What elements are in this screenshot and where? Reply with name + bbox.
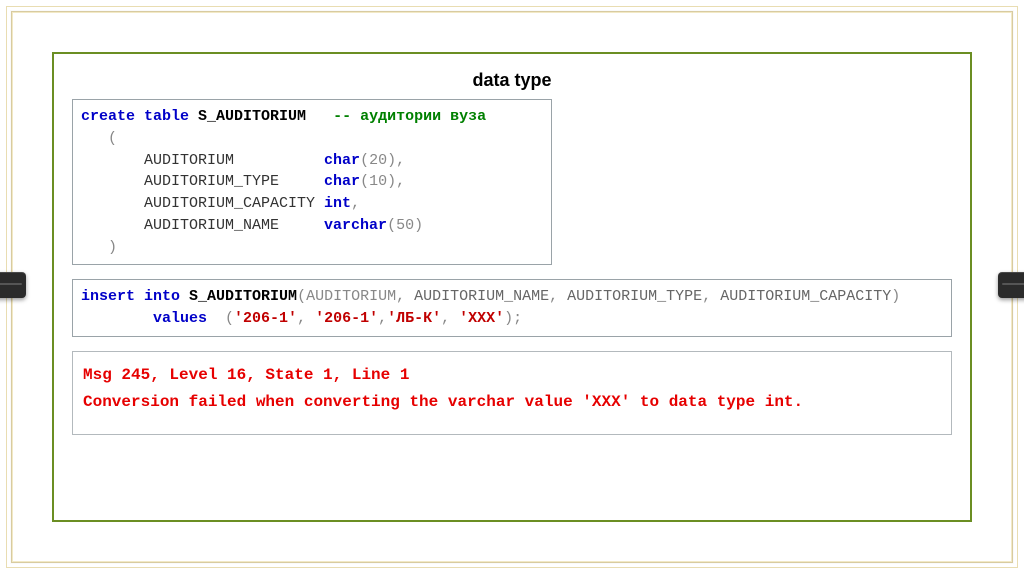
code-block-insert: insert into S_AUDITORIUM(AUDITORIUM, AUD… (72, 279, 952, 337)
comma-2: , (396, 173, 405, 190)
type-char: char (324, 152, 360, 169)
comma: , (396, 152, 405, 169)
slide-stage: data type create table S_AUDITORIUM -- а… (0, 0, 1024, 574)
val-206-1b: '206-1' (315, 310, 378, 327)
paper-frame: data type create table S_AUDITORIUM -- а… (11, 11, 1013, 563)
sep-6: , (441, 310, 459, 327)
ident-sauditorium-2: S_AUDITORIUM (180, 288, 297, 305)
error-line-2: Conversion failed when converting the va… (83, 389, 941, 416)
comment-ru: -- аудитории вуза (333, 108, 486, 125)
col-auditorium-name: AUDITORIUM_NAME (81, 217, 324, 234)
col-name-2: AUDITORIUM_NAME (414, 288, 549, 305)
col-auditorium: AUDITORIUM (81, 152, 324, 169)
col-type-2: AUDITORIUM_TYPE (567, 288, 702, 305)
sep-3: , (702, 288, 720, 305)
paren-open: ( (81, 130, 117, 147)
paren-close-2: ) (891, 288, 900, 305)
content-frame: data type create table S_AUDITORIUM -- а… (52, 52, 972, 522)
sep: , (396, 288, 414, 305)
kw-insert-into: insert into (81, 288, 180, 305)
paren-open-3: ( (225, 310, 234, 327)
val-206-1a: '206-1' (234, 310, 297, 327)
ident-sauditorium: S_AUDITORIUM (189, 108, 333, 125)
val-xxx: 'XXX' (459, 310, 504, 327)
sep-5: , (378, 310, 387, 327)
paper-clip-left (0, 272, 26, 298)
col-auditorium-type: AUDITORIUM_TYPE (81, 173, 324, 190)
paper-clip-right (998, 272, 1024, 298)
sz-10: (10) (360, 173, 396, 190)
type-varchar: varchar (324, 217, 387, 234)
paren-open-2: (AUDITORIUM (297, 288, 396, 305)
sz-50: (50) (387, 217, 423, 234)
error-message-box: Msg 245, Level 16, State 1, Line 1 Conve… (72, 351, 952, 435)
col-cap-2: AUDITORIUM_CAPACITY (720, 288, 891, 305)
sep-4: , (297, 310, 315, 327)
val-lbk: 'ЛБ-К' (387, 310, 441, 327)
col-auditorium-capacity: AUDITORIUM_CAPACITY (81, 195, 324, 212)
paren-close: ) (81, 239, 117, 256)
slide-title: data type (72, 70, 952, 91)
sz-20: (20) (360, 152, 396, 169)
type-int: int (324, 195, 351, 212)
kw-create-table: create table (81, 108, 189, 125)
sep-2: , (549, 288, 567, 305)
error-line-1: Msg 245, Level 16, State 1, Line 1 (83, 362, 941, 389)
type-char-2: char (324, 173, 360, 190)
paren-close-3: ); (504, 310, 522, 327)
kw-values: values (81, 310, 225, 327)
comma-3: , (351, 195, 360, 212)
code-block-create-table: create table S_AUDITORIUM -- аудитории в… (72, 99, 552, 265)
